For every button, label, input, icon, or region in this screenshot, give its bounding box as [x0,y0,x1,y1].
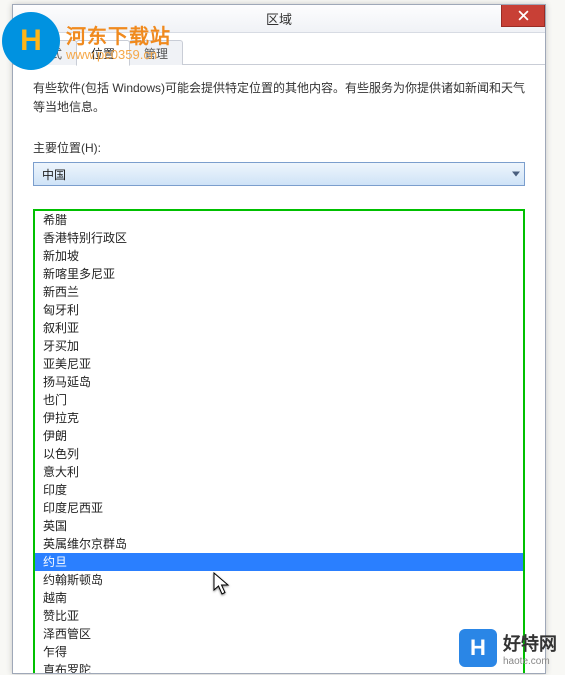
dropdown-option[interactable]: 新加坡 [35,247,523,265]
dropdown-option[interactable]: 希腊 [35,211,523,229]
home-location-dropdown[interactable]: 希腊香港特别行政区新加坡新喀里多尼亚新西兰匈牙利叙利亚牙买加亚美尼亚扬马延岛也门… [33,209,525,673]
titlebar: 区域 [13,5,545,33]
dropdown-option[interactable]: 匈牙利 [35,301,523,319]
dropdown-option[interactable]: 香港特别行政区 [35,229,523,247]
dropdown-option[interactable]: 直布罗陀 [35,661,523,673]
dropdown-option[interactable]: 牙买加 [35,337,523,355]
tab-admin[interactable]: 管理 [129,40,183,65]
dropdown-option[interactable]: 新喀里多尼亚 [35,265,523,283]
window-title: 区域 [13,9,545,28]
dropdown-option[interactable]: 伊朗 [35,427,523,445]
tab-location[interactable]: 位置 [76,40,130,66]
dropdown-option[interactable]: 乍得 [35,643,523,661]
dropdown-option[interactable]: 英属维尔京群岛 [35,535,523,553]
dropdown-option[interactable]: 泽西管区 [35,625,523,643]
dropdown-option[interactable]: 约翰斯顿岛 [35,571,523,589]
dropdown-option[interactable]: 以色列 [35,445,523,463]
dropdown-option[interactable]: 亚美尼亚 [35,355,523,373]
dropdown-option[interactable]: 印度 [35,481,523,499]
home-location-combo[interactable]: 中国 [33,162,525,186]
combo-selected-value: 中国 [42,166,66,183]
dropdown-option[interactable]: 也门 [35,391,523,409]
dropdown-option[interactable]: 约旦 [35,553,523,571]
dropdown-option[interactable]: 英国 [35,517,523,535]
close-icon [518,10,529,21]
dropdown-option[interactable]: 赞比亚 [35,607,523,625]
dropdown-option[interactable]: 新西兰 [35,283,523,301]
dropdown-list: 希腊香港特别行政区新加坡新喀里多尼亚新西兰匈牙利叙利亚牙买加亚美尼亚扬马延岛也门… [35,211,523,673]
dropdown-option[interactable]: 印度尼西亚 [35,499,523,517]
region-dialog: 区域 格式 位置 管理 有些软件(包括 Windows)可能会提供特定位置的其他… [12,4,546,674]
dropdown-option[interactable]: 叙利亚 [35,319,523,337]
dropdown-option[interactable]: 越南 [35,589,523,607]
tab-format[interactable]: 格式 [23,40,77,65]
dropdown-option[interactable]: 意大利 [35,463,523,481]
dropdown-option[interactable]: 伊拉克 [35,409,523,427]
home-location-label: 主要位置(H): [33,139,525,156]
description-text: 有些软件(包括 Windows)可能会提供特定位置的其他内容。有些服务为你提供诸… [33,79,525,117]
close-button[interactable] [501,5,545,27]
tab-content: 有些软件(包括 Windows)可能会提供特定位置的其他内容。有些服务为你提供诸… [13,65,545,200]
tab-strip: 格式 位置 管理 [13,33,545,65]
dropdown-option[interactable]: 扬马延岛 [35,373,523,391]
chevron-down-icon [512,172,520,177]
